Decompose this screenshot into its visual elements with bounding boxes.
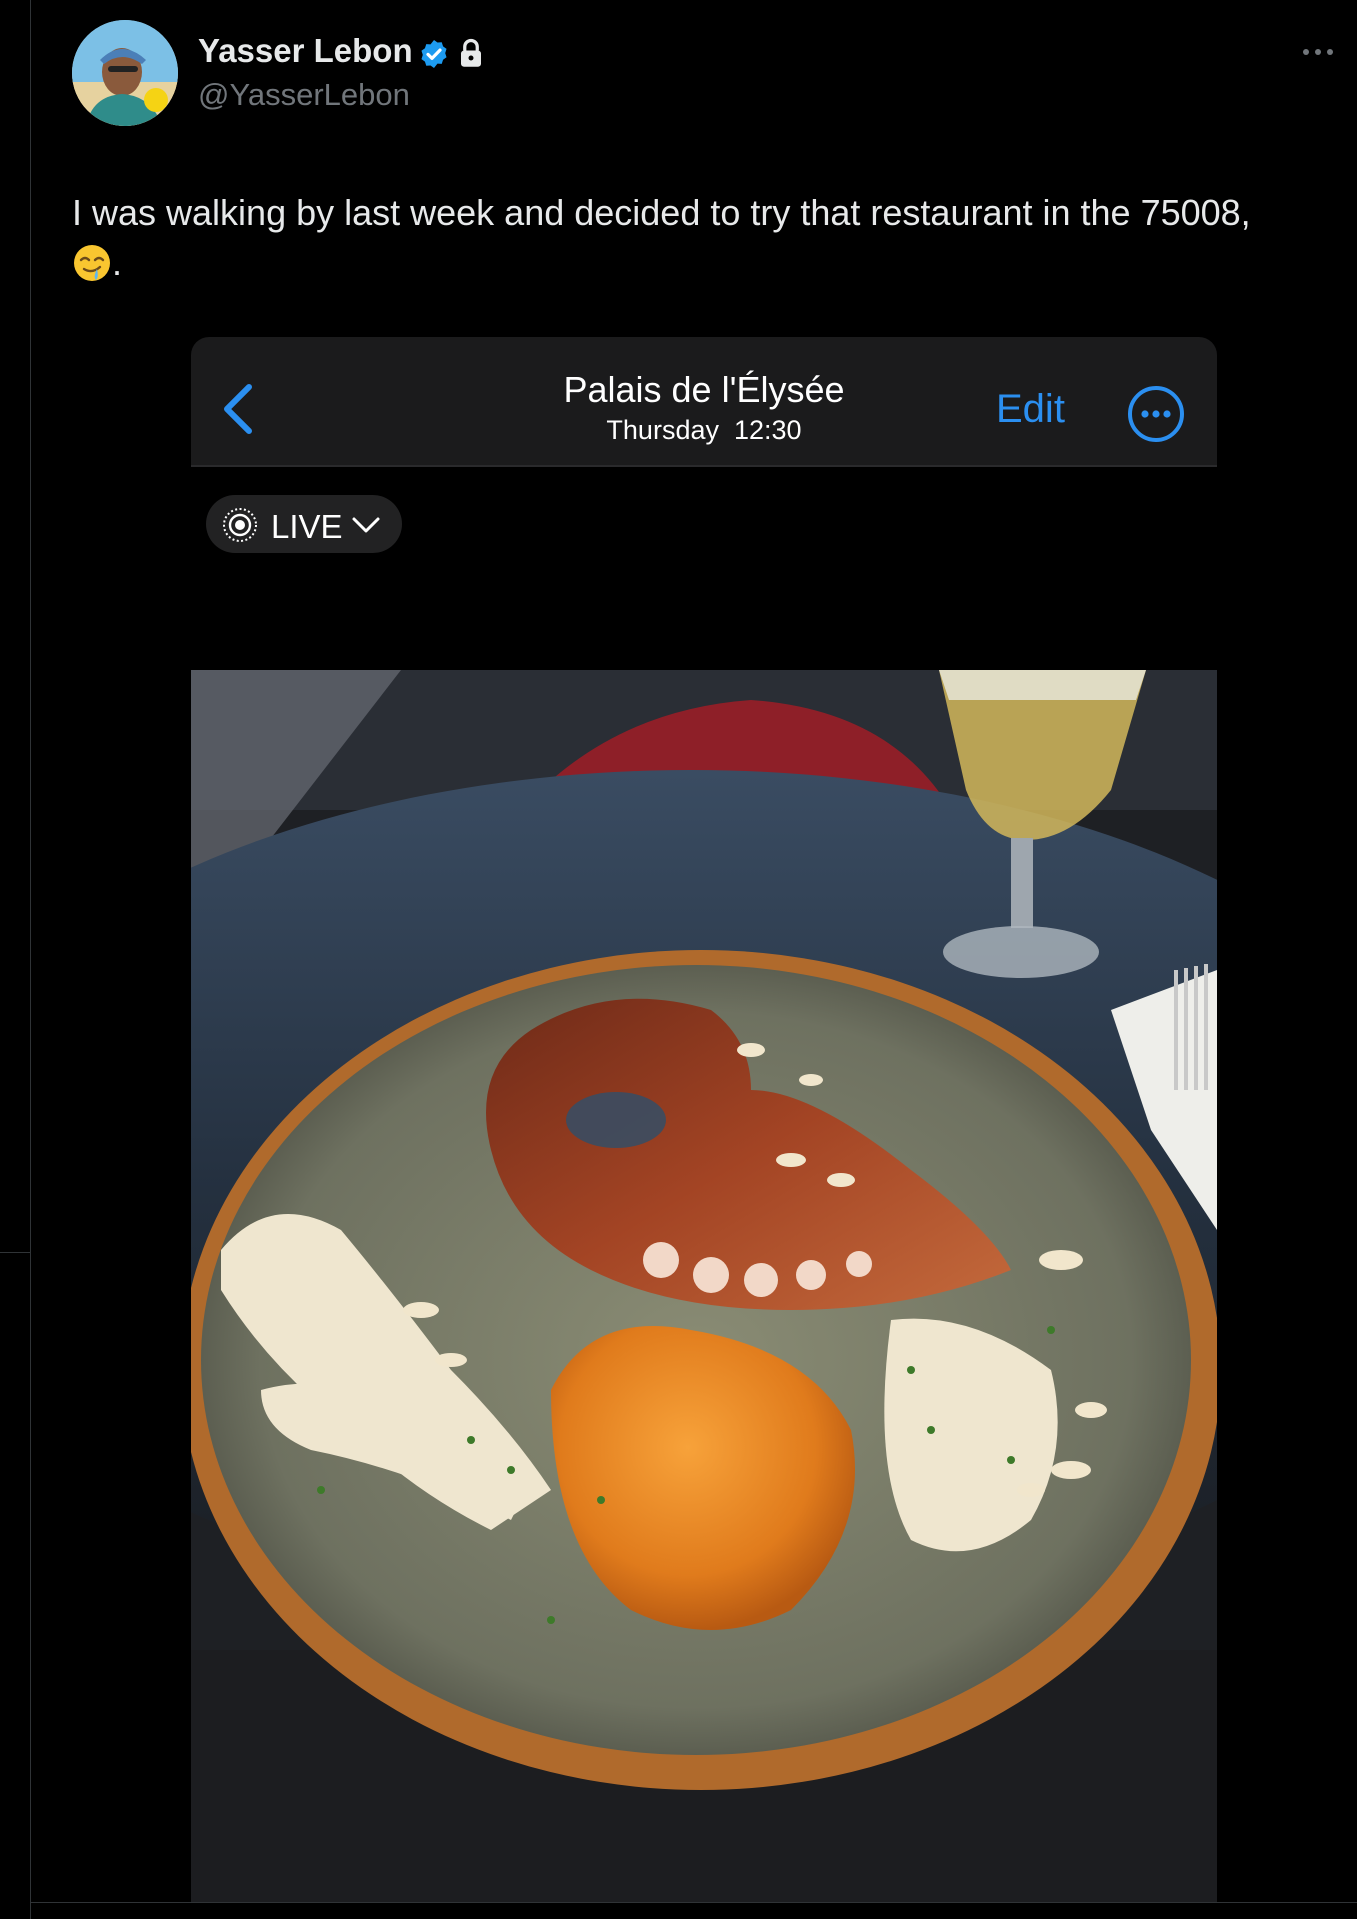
avatar[interactable] (72, 20, 178, 126)
photo-time: 12:30 (734, 415, 802, 445)
food-photo[interactable] (191, 670, 1217, 1902)
tweet-divider (30, 1902, 1357, 1903)
tweet-text-end: . (112, 242, 123, 283)
lock-icon (461, 38, 481, 67)
timeline-border (30, 0, 31, 1919)
more-options-icon[interactable] (1300, 42, 1336, 62)
tweet-text: I was walking by last week and decided t… (72, 188, 1342, 288)
edit-button[interactable]: Edit (996, 387, 1065, 432)
live-label: LIVE (271, 508, 343, 545)
tweet-text-main: I was walking by last week and decided t… (72, 192, 1251, 233)
more-circle-icon[interactable] (1127, 385, 1185, 443)
tweet-media[interactable]: Palais de l'Élysée Thursday 12:30 Edit L… (191, 337, 1217, 1902)
drooling-face-emoji (74, 245, 110, 281)
live-photo-icon (223, 508, 257, 542)
verified-badge-icon[interactable] (418, 38, 450, 70)
chevron-down-icon (352, 517, 380, 533)
live-photo-toggle[interactable]: LIVE (206, 495, 402, 553)
user-handle[interactable]: @YasserLebon (198, 77, 410, 113)
photo-day: Thursday (606, 415, 719, 445)
photo-viewer-navbar: Palais de l'Élysée Thursday 12:30 Edit (191, 337, 1217, 467)
sidebar-divider (0, 1252, 30, 1253)
display-name[interactable]: Yasser Lebon (198, 32, 413, 70)
